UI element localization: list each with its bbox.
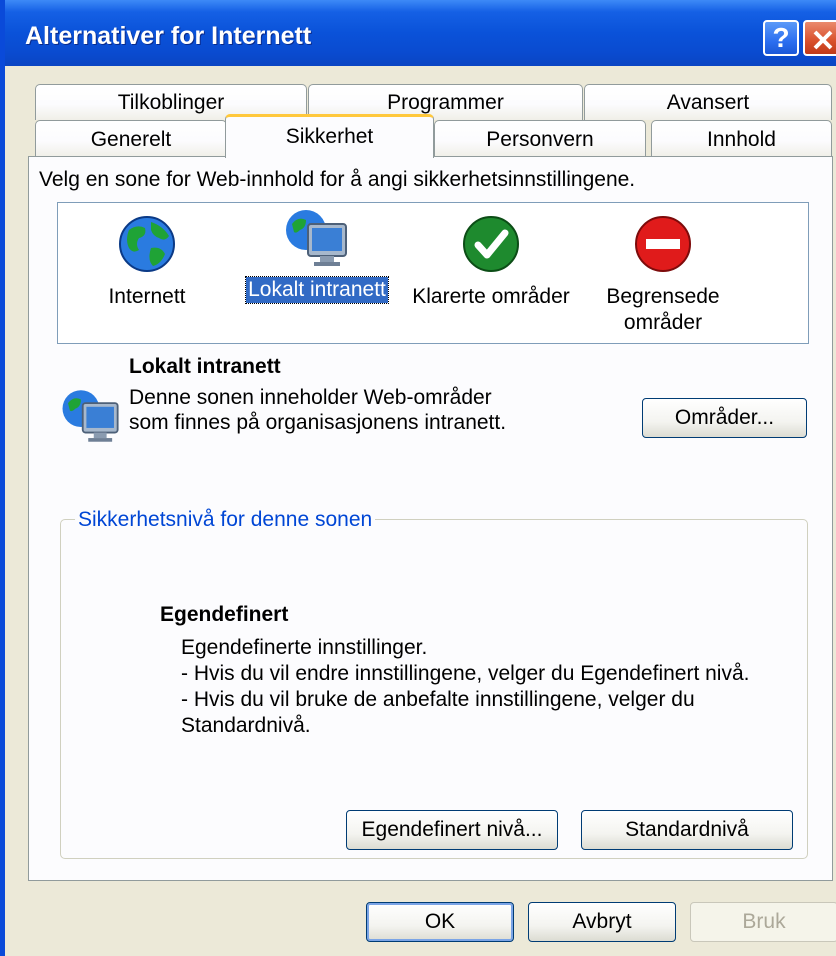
security-level-line: - Hvis du vil bruke de anbefalte innstil… xyxy=(181,688,695,711)
zone-instruction: Velg en sone for Web-innhold for å angi … xyxy=(39,168,636,191)
close-button[interactable] xyxy=(803,20,836,56)
tab-generelt[interactable]: Generelt xyxy=(35,120,227,157)
sites-button[interactable]: Områder... xyxy=(642,398,807,438)
zone-description-line1: Denne sonen inneholder Web-områder xyxy=(129,386,492,409)
title-bar[interactable]: Alternativer for Internett ? xyxy=(5,0,836,66)
zone-description-line2: som finnes på organisasjonens intranett. xyxy=(129,411,507,434)
zone-label-restricted-sites: Begrensede områder xyxy=(606,285,720,334)
intranet-computer-icon xyxy=(62,390,119,442)
zone-restricted-sites[interactable]: Begrensede områder xyxy=(583,214,743,336)
security-level-group-title: Sikkerhetsnivå for denne sonen xyxy=(75,508,376,532)
help-button[interactable]: ? xyxy=(763,20,799,56)
checkmark-icon xyxy=(463,216,519,272)
zone-internet[interactable]: Internett xyxy=(87,214,207,310)
tab-sikkerhet[interactable]: Sikkerhet xyxy=(225,114,434,158)
cancel-button[interactable]: Avbryt xyxy=(528,902,676,942)
window-title: Alternativer for Internett xyxy=(25,22,312,50)
security-level-name: Egendefinert xyxy=(160,603,289,626)
custom-level-button[interactable]: Egendefinert nivå... xyxy=(346,810,558,850)
globe-icon xyxy=(119,216,175,272)
zone-label-internet: Internett xyxy=(108,285,186,308)
zone-label-local-intranet: Lokalt intranett xyxy=(245,276,389,304)
security-level-line: Egendefinerte innstillinger. xyxy=(181,636,428,659)
close-icon xyxy=(813,30,833,50)
apply-button[interactable]: Bruk xyxy=(690,902,836,942)
default-level-button[interactable]: Standardnivå xyxy=(581,810,793,850)
ok-button[interactable]: OK xyxy=(366,902,514,942)
tab-personvern[interactable]: Personvern xyxy=(434,120,646,157)
tab-innhold[interactable]: Innhold xyxy=(651,120,832,157)
security-level-line: - Hvis du vil endre innstillingene, velg… xyxy=(181,662,750,685)
zone-local-intranet[interactable]: Lokalt intranett xyxy=(235,204,399,304)
security-level-line: Standardnivå. xyxy=(181,714,311,737)
restricted-icon xyxy=(635,216,691,272)
tab-avansert[interactable]: Avansert xyxy=(584,84,832,120)
zone-trusted-sites[interactable]: Klarerte områder xyxy=(409,214,573,310)
zone-label-trusted-sites: Klarerte områder xyxy=(412,285,570,308)
intranet-computer-icon xyxy=(286,210,347,266)
dialog-window: Alternativer for Internett ? Tilkoblinge… xyxy=(0,0,836,956)
zone-info-title: Lokalt intranett xyxy=(129,355,281,378)
